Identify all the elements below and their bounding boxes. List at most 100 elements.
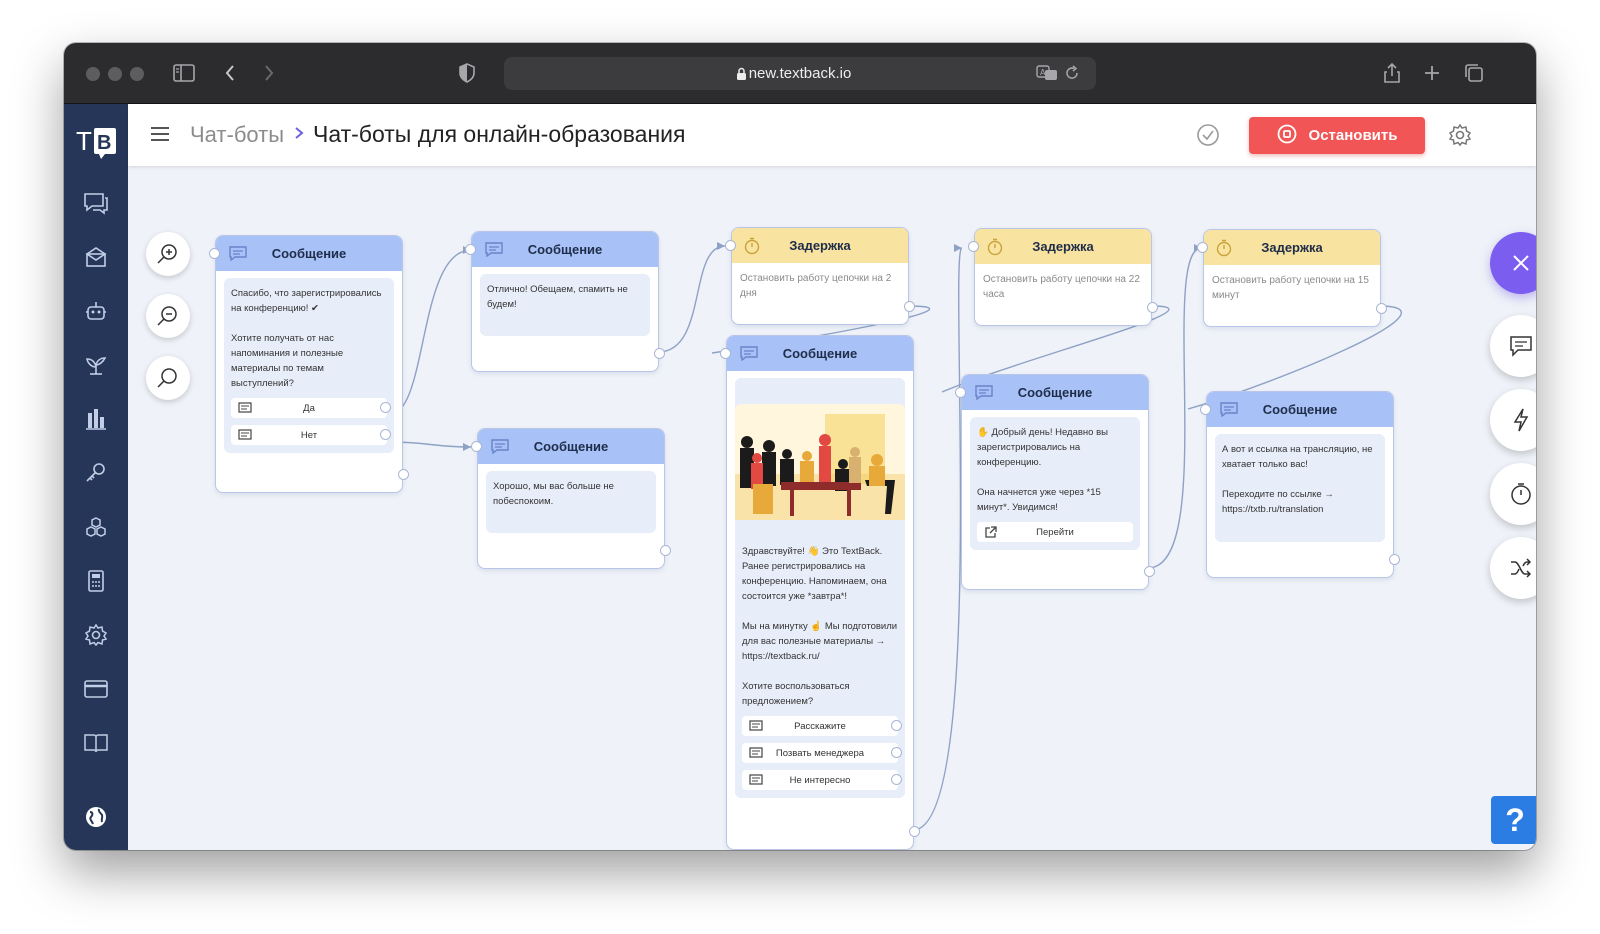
gear-icon[interactable] — [1448, 123, 1472, 152]
zoom-in-button[interactable] — [146, 232, 190, 276]
message-node-4[interactable]: Сообщение Здравствуйте! 👋 Это TextBack. … — [720, 335, 920, 850]
address-bar[interactable]: new.textback.io A — [504, 57, 1096, 90]
input-port[interactable] — [720, 348, 731, 359]
message-text: Хорошо, мы вас больше не побеспокоим. — [493, 481, 614, 507]
message-node-2[interactable]: Сообщение Отлично! Обещаем, спамить не б… — [465, 231, 665, 372]
message-icon — [1219, 401, 1239, 420]
input-port[interactable] — [465, 244, 476, 255]
message-icon — [484, 241, 504, 260]
input-port[interactable] — [471, 441, 482, 452]
sidebar-growth-icon[interactable] — [81, 350, 111, 380]
output-port[interactable] — [891, 774, 902, 785]
input-port[interactable] — [968, 241, 979, 252]
new-tab-icon[interactable] — [1419, 60, 1445, 86]
node-header: Сообщение — [1207, 392, 1393, 427]
sidebar-integrations-icon[interactable] — [81, 512, 111, 542]
language-globe-icon[interactable] — [81, 802, 111, 832]
quick-reply-no[interactable]: Нет — [231, 425, 391, 445]
delay-node-3[interactable]: Задержка Остановить работу цепочки на 15… — [1197, 229, 1387, 327]
node-title: Сообщение — [782, 346, 858, 361]
sidebar-docs-icon[interactable] — [81, 728, 111, 758]
svg-text:T: T — [76, 126, 92, 156]
lightning-icon — [1513, 408, 1529, 432]
breadcrumb-chatbots[interactable]: Чат-боты — [190, 122, 284, 148]
reload-icon[interactable] — [1064, 65, 1080, 86]
message-text: Отлично! Обещаем, спамить не будем! — [487, 284, 628, 310]
timer-icon — [987, 238, 1003, 259]
sidebar-mailing-icon[interactable] — [81, 242, 111, 272]
message-body: Здравствуйте! 👋 Это TextBack. Ранее реги… — [735, 378, 905, 798]
stop-button[interactable]: Остановить — [1249, 117, 1425, 154]
back-icon[interactable] — [217, 60, 243, 86]
message-text: Здравствуйте! 👋 Это TextBack. Ранее реги… — [742, 546, 887, 602]
input-port[interactable] — [1200, 404, 1211, 415]
sidebar-keys-icon[interactable] — [81, 458, 111, 488]
output-port[interactable] — [654, 348, 665, 359]
output-port[interactable] — [891, 747, 902, 758]
node-header: Сообщение — [727, 336, 913, 371]
output-port[interactable] — [1147, 302, 1158, 313]
menu-icon[interactable] — [150, 126, 170, 147]
help-button[interactable]: ? — [1491, 796, 1536, 844]
zoom-out-icon — [157, 306, 177, 326]
output-port[interactable] — [904, 301, 915, 312]
input-port[interactable] — [725, 240, 736, 251]
message-image — [735, 404, 905, 520]
quick-reply-yes[interactable]: Да — [231, 398, 391, 418]
check-circle-icon[interactable] — [1196, 123, 1220, 152]
output-port[interactable] — [380, 429, 391, 440]
quick-reply-tell[interactable]: Расскажите — [742, 716, 902, 736]
message-node-1[interactable]: Сообщение Спасибо, что зарегистрировалис… — [209, 235, 409, 493]
zoom-fit-button[interactable] — [146, 356, 190, 400]
output-port[interactable] — [380, 402, 391, 413]
node-header: Задержка — [1204, 230, 1380, 265]
node-header: Сообщение — [216, 236, 402, 271]
zoom-window-button[interactable] — [130, 67, 144, 81]
input-port[interactable] — [209, 248, 220, 259]
output-port[interactable] — [660, 545, 671, 556]
quick-reply-manager[interactable]: Позвать менеджера — [742, 743, 902, 763]
stop-button-label: Остановить — [1308, 127, 1398, 144]
output-port[interactable] — [891, 720, 902, 731]
quick-reply-not-interested[interactable]: Не интересно — [742, 770, 902, 791]
translate-icon[interactable]: A — [1036, 65, 1058, 86]
flow-canvas[interactable]: Сообщение Спасибо, что зарегистрировалис… — [128, 166, 1536, 850]
message-node-3[interactable]: Сообщение Хорошо, мы вас больше не побес… — [471, 428, 671, 569]
delay-node-1[interactable]: Задержка Остановить работу цепочки на 2 … — [725, 227, 915, 325]
quick-reply-label: Позвать менеджера — [775, 747, 865, 759]
output-port[interactable] — [398, 469, 409, 480]
output-port[interactable] — [1144, 566, 1155, 577]
delay-node-2[interactable]: Задержка Остановить работу цепочки на 22… — [968, 228, 1158, 326]
message-text: Переходите по ссылке → https://txtb.ru/t… — [1222, 489, 1334, 515]
sidebar-settings-icon[interactable] — [81, 620, 111, 650]
message-node-6[interactable]: Сообщение А вот и ссылка на трансляцию, … — [1200, 391, 1400, 578]
delay-text: Остановить работу цепочки на 22 часа — [983, 274, 1140, 300]
share-icon[interactable] — [1379, 60, 1405, 86]
output-port[interactable] — [909, 826, 920, 837]
sidebar-toggle-icon[interactable] — [171, 60, 197, 86]
sidebar-analytics-icon[interactable] — [81, 404, 111, 434]
forward-icon[interactable] — [256, 60, 282, 86]
node-title: Сообщение — [533, 439, 609, 454]
button-icon — [749, 774, 763, 791]
sidebar-bots-icon[interactable] — [81, 296, 111, 326]
shield-icon[interactable] — [454, 60, 480, 86]
input-port[interactable] — [1197, 242, 1208, 253]
output-port[interactable] — [1389, 554, 1400, 565]
output-port[interactable] — [1376, 303, 1387, 314]
sidebar-billing-icon[interactable] — [81, 674, 111, 704]
app-logo[interactable]: TB — [75, 121, 117, 161]
close-window-button[interactable] — [86, 67, 100, 81]
sidebar-chats-icon[interactable] — [81, 188, 111, 218]
link-button-go[interactable]: Перейти — [977, 522, 1133, 542]
tabs-overview-icon[interactable] — [1461, 60, 1487, 86]
zoom-out-button[interactable] — [146, 294, 190, 338]
message-node-5[interactable]: Сообщение ✋ Добрый день! Недавно вы заре… — [955, 374, 1155, 590]
shuffle-icon — [1511, 558, 1532, 578]
breadcrumb-chevron-icon — [294, 126, 304, 145]
message-text: Она начнется уже через *15 минут*. Увиди… — [977, 487, 1101, 513]
zoom-in-icon — [157, 244, 177, 264]
input-port[interactable] — [955, 387, 966, 398]
sidebar-calculator-icon[interactable] — [81, 566, 111, 596]
minimize-window-button[interactable] — [108, 67, 122, 81]
